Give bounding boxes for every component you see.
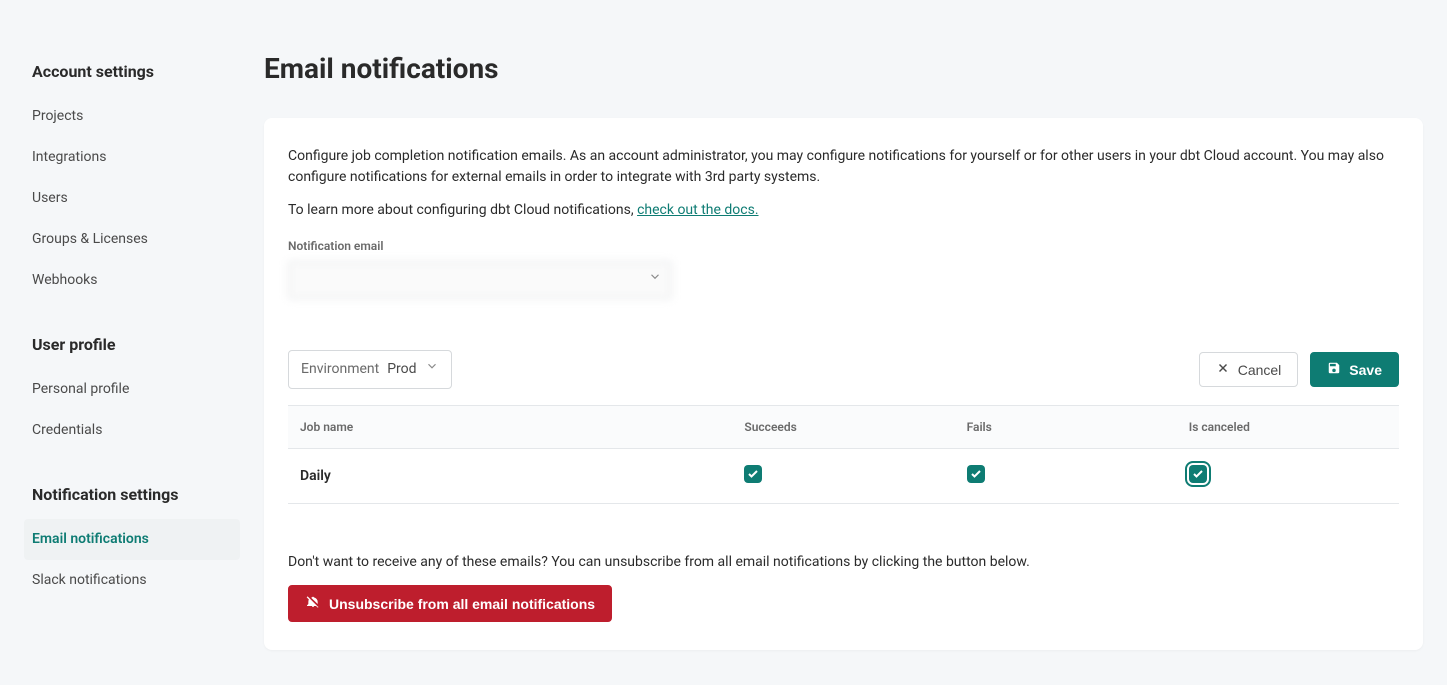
sidebar-item-email-notifications[interactable]: Email notifications [24, 519, 240, 560]
close-icon [1216, 361, 1230, 378]
sidebar-heading-notification-settings: Notification settings [24, 479, 240, 511]
job-name-cell: Daily [288, 449, 732, 504]
table-row: Daily [288, 449, 1399, 504]
main-content: Email notifications Configure job comple… [264, 24, 1423, 661]
col-header-is-canceled: Is canceled [1177, 406, 1399, 449]
toolbar-actions: Cancel Save [1199, 352, 1399, 387]
sidebar-item-slack-notifications[interactable]: Slack notifications [24, 560, 240, 601]
docs-link[interactable]: check out the docs. [637, 202, 758, 218]
sidebar-heading-user-profile: User profile [24, 329, 240, 361]
checkbox-succeeds[interactable] [744, 465, 762, 483]
notification-email-select[interactable] [288, 261, 672, 299]
environment-label: Environment [301, 359, 379, 380]
notification-email-select-wrap [288, 261, 672, 299]
chevron-down-icon [425, 359, 439, 380]
col-header-fails: Fails [955, 406, 1177, 449]
cancel-button[interactable]: Cancel [1199, 352, 1299, 387]
toolbar: Environment Prod Cancel [288, 350, 1399, 389]
intro-prefix: To learn more about configuring dbt Clou… [288, 202, 637, 218]
cancel-label: Cancel [1238, 362, 1282, 378]
sidebar: Account settings Projects Integrations U… [24, 24, 240, 661]
save-icon [1327, 361, 1341, 378]
sidebar-item-personal-profile[interactable]: Personal profile [24, 369, 240, 410]
checkbox-is-canceled[interactable] [1189, 465, 1207, 483]
unsubscribe-text: Don't want to receive any of these email… [288, 552, 1399, 573]
page-title: Email notifications [264, 48, 1423, 90]
col-header-succeeds: Succeeds [732, 406, 954, 449]
sidebar-item-integrations[interactable]: Integrations [24, 137, 240, 178]
sidebar-section-user-profile: User profile Personal profile Credential… [24, 329, 240, 451]
intro-text: Configure job completion notification em… [288, 146, 1399, 188]
sidebar-item-groups-licenses[interactable]: Groups & Licenses [24, 219, 240, 260]
settings-card: Configure job completion notification em… [264, 118, 1423, 650]
sidebar-section-notification-settings: Notification settings Email notification… [24, 479, 240, 601]
checkbox-fails[interactable] [967, 465, 985, 483]
sidebar-item-credentials[interactable]: Credentials [24, 410, 240, 451]
save-label: Save [1349, 362, 1382, 378]
sidebar-item-users[interactable]: Users [24, 178, 240, 219]
sidebar-heading-account: Account settings [24, 56, 240, 88]
intro-text-2: To learn more about configuring dbt Clou… [288, 200, 1399, 221]
environment-select[interactable]: Environment Prod [288, 350, 452, 389]
save-button[interactable]: Save [1310, 352, 1399, 387]
environment-value: Prod [387, 359, 416, 380]
col-header-job-name: Job name [288, 406, 732, 449]
sidebar-item-projects[interactable]: Projects [24, 96, 240, 137]
jobs-table: Job name Succeeds Fails Is canceled Dail… [288, 405, 1399, 504]
sidebar-section-account: Account settings Projects Integrations U… [24, 56, 240, 301]
unsubscribe-label: Unsubscribe from all email notifications [329, 596, 595, 612]
unsubscribe-button[interactable]: Unsubscribe from all email notifications [288, 585, 612, 622]
notification-email-label: Notification email [288, 237, 1399, 255]
bell-slash-icon [305, 594, 321, 613]
sidebar-item-webhooks[interactable]: Webhooks [24, 260, 240, 301]
